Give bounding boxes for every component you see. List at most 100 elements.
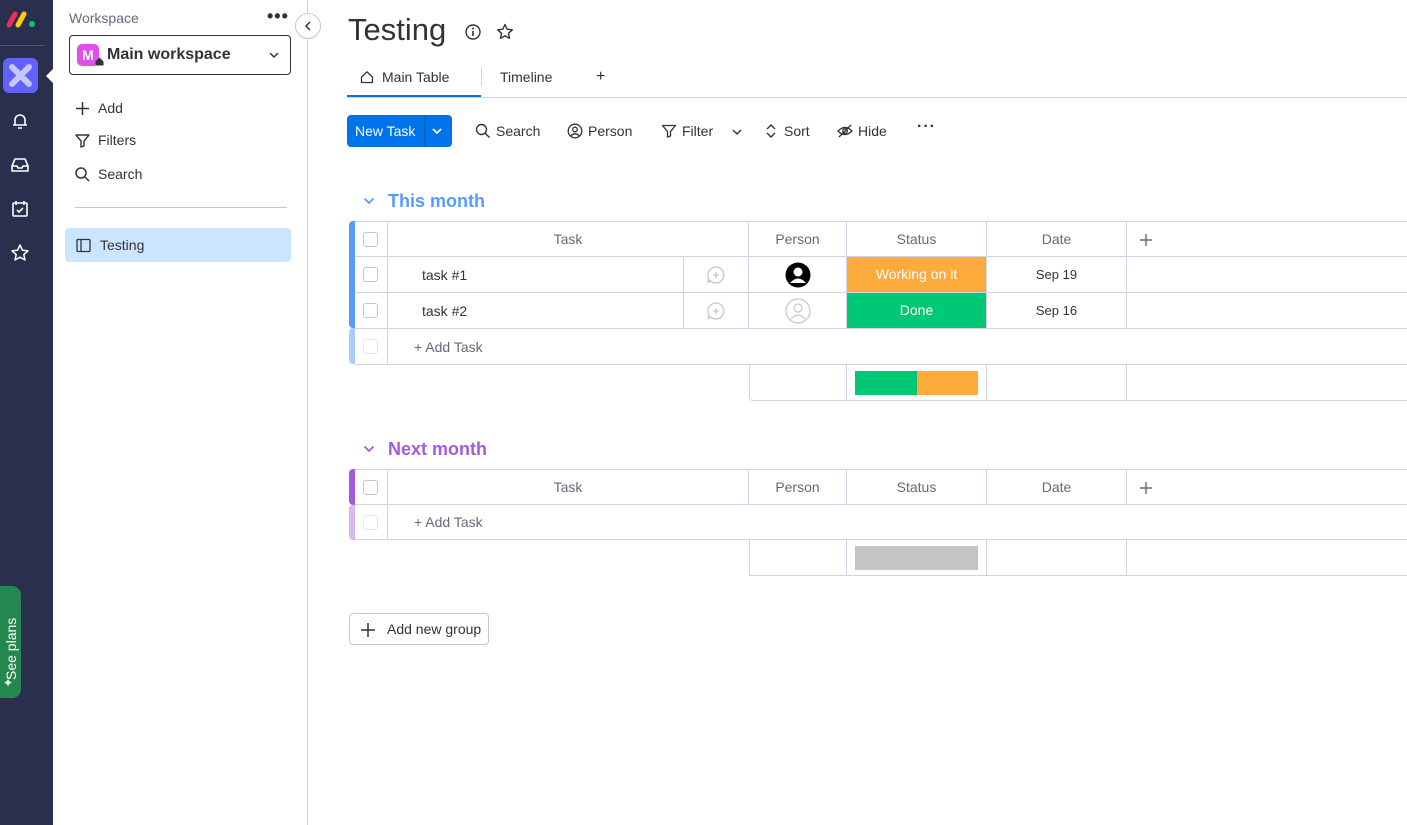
date-cell[interactable]: Sep 19 xyxy=(987,257,1127,293)
star-icon[interactable] xyxy=(496,23,514,41)
sidebar-add-label: Add xyxy=(98,100,123,116)
eye-off-icon xyxy=(837,124,853,138)
task-cell[interactable]: task #2 xyxy=(388,293,684,329)
column-header-status[interactable]: Status xyxy=(847,221,987,257)
date-cell[interactable]: Sep 16 xyxy=(987,293,1127,329)
select-all-cell xyxy=(355,469,388,505)
add-view-button[interactable]: + xyxy=(596,68,605,86)
tab-main-table-label: Main Table xyxy=(382,69,450,85)
person-avatar-icon xyxy=(785,262,811,288)
select-all-checkbox[interactable] xyxy=(363,232,378,247)
filter-icon xyxy=(75,134,90,148)
chevron-down-icon[interactable] xyxy=(362,442,376,456)
plus-icon[interactable] xyxy=(1139,481,1153,495)
more-actions-icon[interactable]: ··· xyxy=(917,118,936,136)
status-label[interactable]: Working on it xyxy=(847,257,986,292)
favorites-icon[interactable] xyxy=(10,243,30,263)
monday-logo[interactable] xyxy=(5,7,37,29)
add-task-row[interactable]: + Add Task xyxy=(388,329,1407,365)
empty-cell xyxy=(1127,257,1407,293)
chevron-down-icon[interactable] xyxy=(731,126,743,138)
board-main: Testing Main Table Timeline + New Task S… xyxy=(308,0,1407,825)
sparkle-icon: ✦ xyxy=(3,676,14,690)
sidebar-search-label: Search xyxy=(98,166,143,182)
tab-timeline[interactable]: Timeline xyxy=(500,69,552,85)
row-select-cell xyxy=(355,293,388,329)
sidebar-divider xyxy=(75,207,287,208)
see-plans-button[interactable]: See plans ✦ xyxy=(0,586,21,698)
tabs-divider xyxy=(347,97,1407,98)
app-rail: See plans ✦ xyxy=(0,0,53,825)
status-label[interactable]: Done xyxy=(847,293,986,328)
add-column-cell xyxy=(1127,221,1407,257)
row-select-cell xyxy=(355,257,388,293)
bell-icon[interactable] xyxy=(10,111,30,131)
summary-status xyxy=(847,365,987,401)
column-header-date[interactable]: Date xyxy=(987,221,1127,257)
new-task-button[interactable]: New Task xyxy=(347,115,452,147)
column-header-person[interactable]: Person xyxy=(749,469,847,505)
column-header-person[interactable]: Person xyxy=(749,221,847,257)
sidebar-item-testing[interactable]: Testing xyxy=(65,228,291,262)
workspace-selector[interactable]: M Main workspace xyxy=(69,35,291,75)
summary-status xyxy=(847,540,987,576)
search-label: Search xyxy=(496,123,541,139)
inbox-icon[interactable] xyxy=(10,155,30,175)
task-name[interactable]: task #1 xyxy=(422,267,467,283)
workspaces-button[interactable] xyxy=(3,58,38,93)
column-header-task[interactable]: Task xyxy=(388,221,749,257)
see-plans-label: See plans xyxy=(3,617,19,680)
empty-cell xyxy=(1127,293,1407,329)
person-icon xyxy=(567,123,583,139)
updates-cell[interactable] xyxy=(684,293,749,329)
chevron-down-icon[interactable] xyxy=(431,125,443,137)
add-task-label[interactable]: + Add Task xyxy=(414,514,483,530)
chevron-down-icon[interactable] xyxy=(362,194,376,208)
add-update-icon[interactable] xyxy=(706,301,726,321)
row-checkbox[interactable] xyxy=(363,303,378,318)
row-checkbox[interactable] xyxy=(363,267,378,282)
tab-separator xyxy=(481,68,482,86)
search-icon xyxy=(475,123,490,138)
task-name[interactable]: task #2 xyxy=(422,303,467,319)
person-cell[interactable] xyxy=(749,293,847,329)
board-icon xyxy=(76,238,91,253)
row-checkbox xyxy=(363,515,378,530)
plus-icon[interactable] xyxy=(1139,233,1153,247)
task-cell[interactable]: task #1 xyxy=(388,257,684,293)
summary-empty-segment xyxy=(855,546,978,570)
select-all-checkbox[interactable] xyxy=(363,480,378,495)
add-task-label[interactable]: + Add Task xyxy=(414,339,483,355)
info-icon[interactable] xyxy=(464,23,482,41)
home-icon xyxy=(95,57,104,66)
group-title-next-month[interactable]: Next month xyxy=(388,439,487,460)
add-new-group-label: Add new group xyxy=(387,621,482,637)
chevron-down-icon xyxy=(269,52,279,59)
filter-label: Filter xyxy=(682,123,714,139)
updates-cell[interactable] xyxy=(684,257,749,293)
more-options-icon[interactable]: ••• xyxy=(267,6,289,27)
person-cell[interactable] xyxy=(749,257,847,293)
column-header-task[interactable]: Task xyxy=(388,469,749,505)
filter-icon xyxy=(661,124,677,138)
add-update-icon[interactable] xyxy=(706,265,726,285)
active-pointer xyxy=(46,69,53,83)
board-title: Testing xyxy=(348,12,447,47)
status-cell[interactable]: Done xyxy=(847,293,987,329)
add-new-group-button[interactable]: Add new group xyxy=(349,613,489,645)
add-column-cell xyxy=(1127,469,1407,505)
row-checkbox xyxy=(363,339,378,354)
group-title-this-month[interactable]: This month xyxy=(388,191,485,212)
column-header-status[interactable]: Status xyxy=(847,469,987,505)
column-header-date[interactable]: Date xyxy=(987,469,1127,505)
summary-empty xyxy=(1127,365,1407,401)
person-label: Person xyxy=(588,123,633,139)
sidebar-filters-label: Filters xyxy=(98,132,137,148)
add-task-row[interactable]: + Add Task xyxy=(388,505,1407,540)
status-cell[interactable]: Working on it xyxy=(847,257,987,293)
my-work-icon[interactable] xyxy=(10,199,30,219)
board-item-label: Testing xyxy=(100,237,145,253)
summary-date xyxy=(987,365,1127,401)
summary-person xyxy=(749,540,847,576)
sort-label: Sort xyxy=(784,123,810,139)
